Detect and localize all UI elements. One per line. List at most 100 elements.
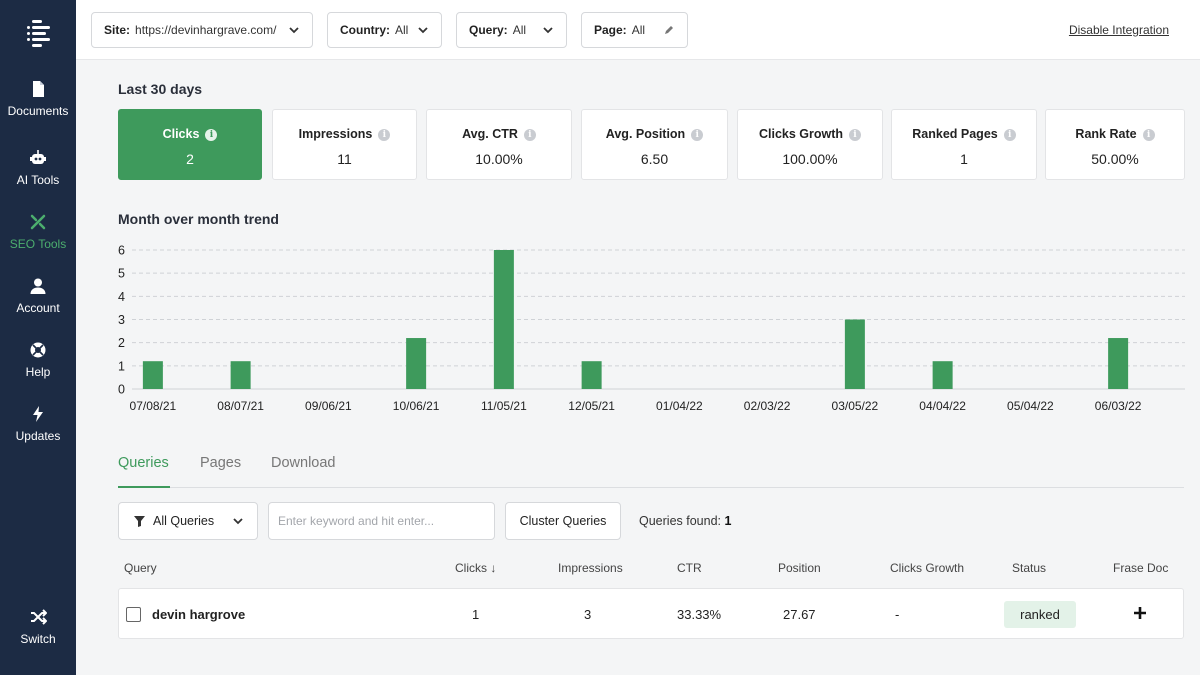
queries-found-label: Queries found:: [639, 514, 721, 528]
plus-icon[interactable]: [1132, 605, 1148, 621]
column-header-clicks-growth[interactable]: Clicks Growth: [890, 561, 964, 575]
metric-card-clicks-growth[interactable]: Clicks Growth i 100.00%: [737, 109, 883, 180]
document-icon: [33, 81, 44, 97]
query-filter-label: Query:: [469, 23, 508, 37]
page-filter[interactable]: Page: All: [581, 12, 688, 48]
query-filter[interactable]: Query: All: [456, 12, 567, 48]
column-header-ctr[interactable]: CTR: [677, 561, 702, 575]
x-tick-label: 09/06/21: [305, 399, 352, 413]
country-filter-value: All: [395, 23, 409, 37]
tabs-divider: [118, 487, 1184, 488]
shuffle-icon: [31, 609, 47, 625]
metric-title: Impressions: [298, 127, 373, 141]
page-filter-label: Page:: [594, 23, 627, 37]
info-icon[interactable]: i: [691, 129, 704, 141]
x-tick-label: 05/04/22: [1007, 399, 1054, 413]
metric-title: Clicks Growth: [758, 127, 844, 141]
robot-icon: [30, 150, 46, 164]
sidebar-item-documents[interactable]: Documents: [0, 80, 76, 118]
metric-card-avg-position[interactable]: Avg. Position i 6.50: [581, 109, 728, 180]
sidebar-item-seo-tools[interactable]: SEO Tools: [0, 213, 76, 251]
y-tick-label: 4: [118, 290, 125, 304]
cluster-queries-button[interactable]: Cluster Queries: [505, 502, 621, 540]
switch-button[interactable]: Switch: [0, 608, 76, 646]
site-filter-label: Site:: [104, 23, 131, 37]
info-icon[interactable]: i: [1003, 129, 1016, 141]
site-filter[interactable]: Site: https://devinhargrave.com/: [91, 12, 313, 48]
frase-logo[interactable]: [23, 18, 55, 50]
bar[interactable]: [493, 250, 514, 389]
metric-card-ranked-pages[interactable]: Ranked Pages i 1: [891, 109, 1037, 180]
info-icon[interactable]: i: [523, 129, 536, 141]
metric-card-impressions[interactable]: Impressions i 11: [272, 109, 417, 180]
info-icon[interactable]: i: [378, 129, 391, 141]
user-icon: [30, 278, 46, 294]
sidebar-item-updates[interactable]: Updates: [0, 405, 76, 443]
x-tick-label: 03/05/22: [832, 399, 879, 413]
sidebar-item-label: AI Tools: [16, 173, 60, 187]
query-cell[interactable]: devin hargrove: [152, 607, 245, 622]
ctr-cell: 33.33%: [677, 607, 722, 622]
metric-card-clicks[interactable]: Clicks i 2: [118, 109, 262, 180]
x-tick-label: 04/04/22: [919, 399, 966, 413]
filter-bar: Site: https://devinhargrave.com/ Country…: [76, 0, 1200, 60]
info-icon[interactable]: i: [849, 129, 862, 141]
tab-pages[interactable]: Pages: [200, 455, 241, 471]
row-checkbox[interactable]: [126, 607, 141, 622]
country-filter[interactable]: Country: All: [327, 12, 442, 48]
column-header-impressions[interactable]: Impressions: [558, 561, 623, 575]
page-filter-value: All: [631, 23, 646, 37]
info-icon[interactable]: i: [1142, 129, 1155, 141]
x-tick-label: 07/08/21: [130, 399, 177, 413]
sidebar-item-label: Help: [25, 365, 51, 379]
impressions-cell: 3: [584, 607, 592, 622]
column-header-status[interactable]: Status: [1012, 561, 1046, 575]
tab-download[interactable]: Download: [271, 455, 336, 471]
queries-found: Queries found: 1: [639, 514, 731, 528]
bolt-icon: [33, 406, 43, 422]
x-tick-label: 08/07/21: [217, 399, 264, 413]
metric-value: 11: [337, 151, 352, 167]
disable-integration-link[interactable]: Disable Integration: [1069, 23, 1169, 37]
tools-icon: [30, 214, 46, 230]
lifebuoy-icon: [30, 342, 46, 358]
sidebar-item-help[interactable]: Help: [0, 341, 76, 379]
bar[interactable]: [581, 361, 602, 389]
period-label: Last 30 days: [118, 81, 203, 97]
metric-card-rank-rate[interactable]: Rank Rate i 50.00%: [1045, 109, 1185, 180]
y-tick-label: 3: [118, 313, 125, 327]
query-filter-select[interactable]: All Queries: [118, 502, 258, 540]
query-filter-select-value: All Queries: [153, 514, 215, 528]
metric-title: Avg. Position: [605, 127, 686, 141]
bar[interactable]: [1108, 338, 1129, 389]
info-icon[interactable]: i: [205, 129, 218, 141]
keyword-search-input[interactable]: [278, 514, 488, 528]
y-tick-label: 1: [118, 359, 125, 373]
sidebar: Documents AI Tools SEO Tools Account Hel…: [0, 0, 76, 675]
tab-queries[interactable]: Queries: [118, 455, 169, 471]
y-tick-label: 0: [118, 383, 125, 397]
status-badge: ranked: [1004, 601, 1076, 628]
sidebar-item-label: Account: [16, 301, 60, 315]
metric-value: 2: [186, 151, 194, 167]
x-tick-label: 01/04/22: [656, 399, 703, 413]
column-header-frase-doc: Frase Doc: [1113, 561, 1169, 575]
bar[interactable]: [844, 319, 865, 390]
metric-value: 100.00%: [782, 151, 838, 167]
metric-title: Avg. CTR: [462, 127, 518, 141]
column-header-position[interactable]: Position: [778, 561, 821, 575]
column-header-query[interactable]: Query: [124, 561, 157, 575]
y-tick-label: 6: [118, 244, 125, 258]
bar[interactable]: [406, 338, 427, 389]
bar[interactable]: [230, 361, 251, 389]
y-tick-label: 5: [118, 267, 125, 281]
column-header-clicks[interactable]: Clicks ↓: [455, 561, 496, 575]
sidebar-item-label: SEO Tools: [9, 237, 67, 251]
bar[interactable]: [932, 361, 953, 389]
metric-value: 50.00%: [1091, 151, 1139, 167]
metric-card-avg-ctr[interactable]: Avg. CTR i 10.00%: [426, 109, 572, 180]
x-tick-label: 10/06/21: [393, 399, 440, 413]
bar[interactable]: [142, 361, 163, 389]
sidebar-item-ai-tools[interactable]: AI Tools: [0, 149, 76, 187]
sidebar-item-account[interactable]: Account: [0, 277, 76, 315]
